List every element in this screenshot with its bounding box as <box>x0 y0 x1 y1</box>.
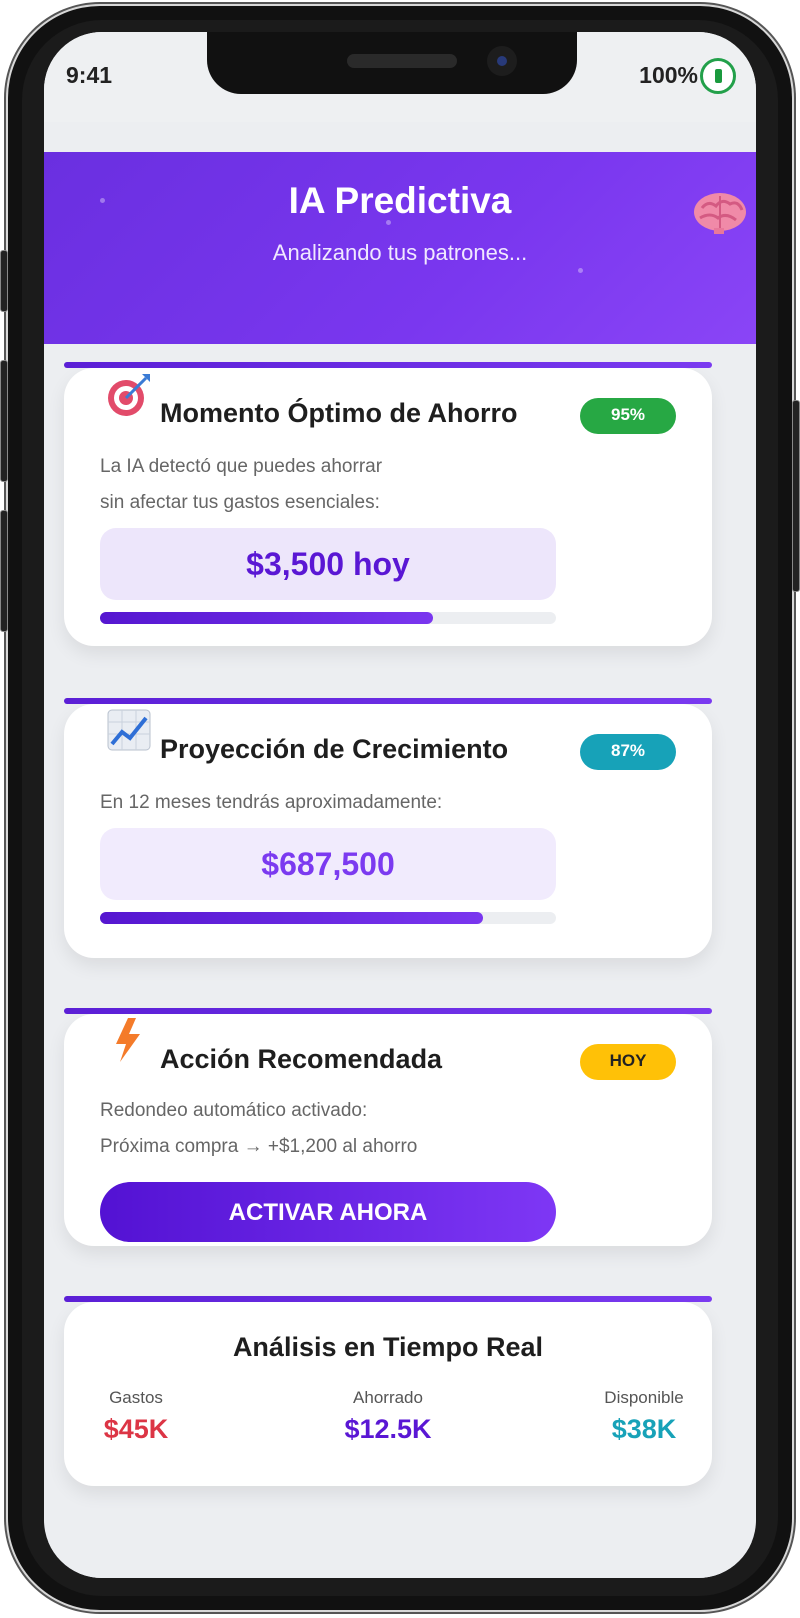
stat-disponible: Disponible $38K <box>584 1388 704 1445</box>
target-icon <box>108 374 150 416</box>
app-screen: 9:41 100% IA Predictiva Analizando tus p… <box>44 32 756 1578</box>
card-description-line: La IA detectó que puedes ahorrar <box>100 456 383 477</box>
stat-label: Gastos <box>109 1388 163 1407</box>
brain-icon <box>694 193 746 234</box>
card-title: Momento Óptimo de Ahorro <box>160 398 518 428</box>
chart-increasing-icon <box>107 709 151 751</box>
card-accent-bar <box>64 698 712 704</box>
stat-value: $38K <box>611 1414 677 1444</box>
page-subtitle: Analizando tus patrones... <box>272 240 528 265</box>
stat-label: Disponible <box>604 1388 684 1407</box>
stat-value: $12.5K <box>344 1414 432 1444</box>
card-title: Proyección de Crecimiento <box>160 734 509 764</box>
activate-now-button[interactable]: ACTIVAR AHORA <box>100 1182 556 1242</box>
stat-value: $45K <box>103 1414 169 1444</box>
battery-icon <box>700 58 736 94</box>
card-growth-projection: Proyección de Crecimiento 87% En 12 mese… <box>64 698 712 958</box>
status-time: 9:41 <box>66 62 113 88</box>
notch <box>207 32 577 94</box>
stat-label: Ahorrado <box>353 1388 423 1407</box>
lightning-icon <box>116 1018 140 1062</box>
mute-switch <box>0 250 8 312</box>
volume-up-button <box>0 360 8 482</box>
card-accent-bar <box>64 1296 712 1302</box>
realtime-analysis-card: Análisis en Tiempo Real Gastos $45K Ahor… <box>64 1296 712 1486</box>
confidence-badge: 95% <box>580 398 676 434</box>
stat-ahorrado: Ahorrado $12.5K <box>328 1388 448 1445</box>
front-camera-icon <box>487 46 517 76</box>
header-banner: IA Predictiva Analizando tus patrones... <box>44 152 756 344</box>
power-button <box>792 400 800 592</box>
today-badge: HOY <box>580 1044 676 1080</box>
saving-amount: $3,500 hoy <box>100 528 556 600</box>
home-area <box>44 1542 756 1578</box>
card-accent-bar <box>64 1008 712 1014</box>
page-title: IA Predictiva <box>288 180 512 221</box>
battery-percentage: 100% <box>639 62 698 88</box>
progress-fill <box>100 612 433 624</box>
progress-track <box>100 912 556 924</box>
card-optimal-saving: Momento Óptimo de Ahorro 95% La IA detec… <box>64 362 712 646</box>
speaker-grille <box>347 54 457 68</box>
card-description-line: Redondeo automático activado: <box>100 1100 368 1121</box>
progress-fill <box>100 912 484 924</box>
decorative-dot <box>578 268 583 273</box>
projection-amount: $687,500 <box>100 828 556 900</box>
card-description-line: En 12 meses tendrás aproximadamente: <box>100 792 443 813</box>
stat-gastos: Gastos $45K <box>84 1388 188 1445</box>
card-description-line: sin afectar tus gastos esenciales: <box>100 492 380 513</box>
card-description-line: Próxima compra → +$1,200 al ahorro <box>100 1136 418 1157</box>
card-title: Acción Recomendada <box>160 1044 443 1074</box>
realtime-title: Análisis en Tiempo Real <box>232 1332 544 1362</box>
card-accent-bar <box>64 362 712 368</box>
progress-track <box>100 612 556 624</box>
card-recommended-action: Acción Recomendada HOY Redondeo automáti… <box>64 1008 712 1246</box>
volume-down-button <box>0 510 8 632</box>
confidence-badge: 87% <box>580 734 676 770</box>
